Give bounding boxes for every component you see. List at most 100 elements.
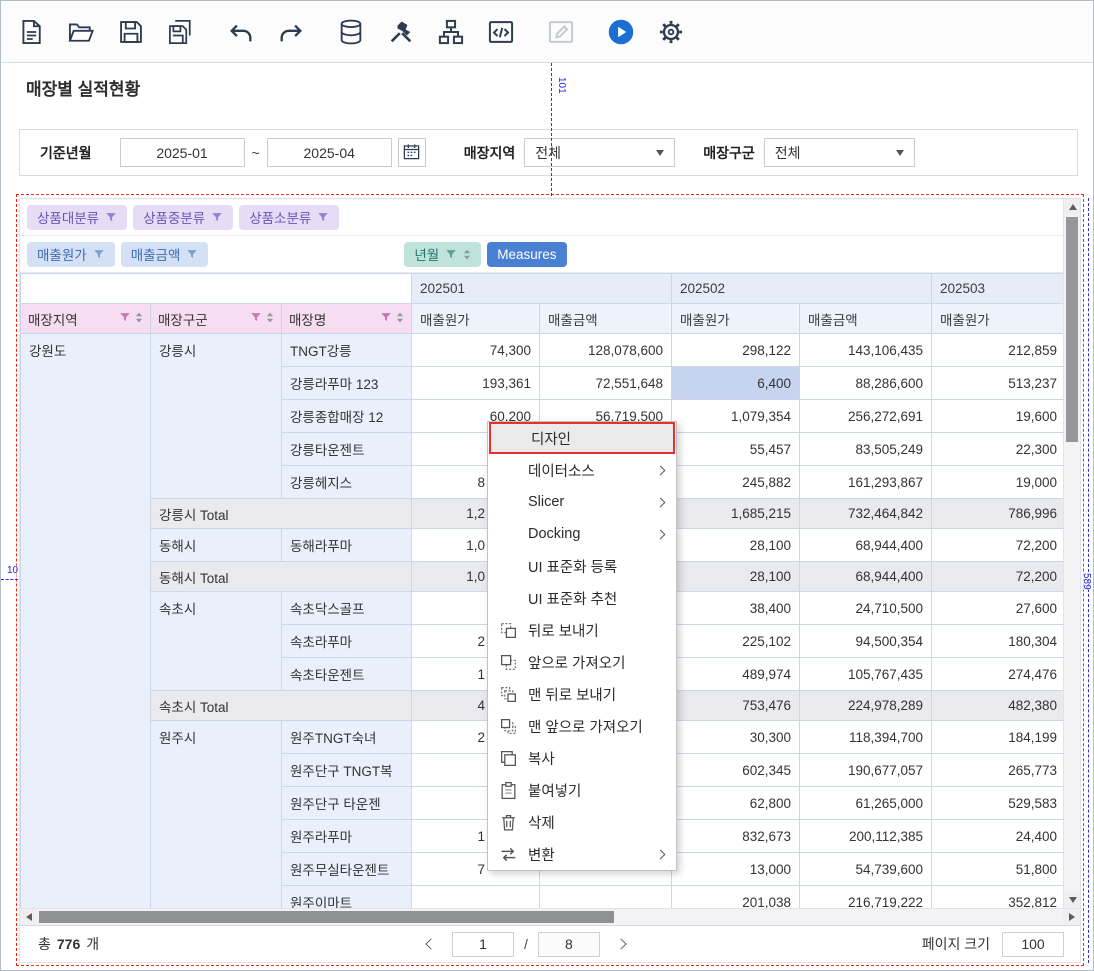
hierarchy-button[interactable] (434, 11, 468, 53)
data-cell[interactable]: 19,600 (932, 400, 1063, 433)
horizontal-scroll-track[interactable] (37, 909, 1063, 925)
data-cell[interactable]: 68,944,400 (800, 529, 932, 562)
column-field-pill[interactable]: 년월 (404, 242, 481, 267)
row-label-cell[interactable]: 동해라푸마 (282, 529, 412, 562)
menu-item-paste[interactable]: 붙여넣기 (488, 774, 676, 806)
total-data-cell[interactable]: 753,476 (672, 691, 800, 721)
menu-item-ui-standard-register[interactable]: UI 표준화 등록 (488, 550, 676, 582)
row-label-cell[interactable]: 강릉종합매장 12 (282, 400, 412, 433)
menu-item-send-backward[interactable]: 뒤로 보내기 (488, 614, 676, 646)
data-cell[interactable]: 61,265,000 (800, 787, 932, 820)
menu-item-bring-to-front[interactable]: 맨 앞으로 가져오기 (488, 710, 676, 742)
data-cell[interactable]: 193,361 (412, 367, 540, 400)
row-field-pill[interactable]: 상품소분류 (239, 205, 339, 230)
horizontal-scroll-thumb[interactable] (39, 911, 614, 923)
row-field-pill[interactable]: 상품중분류 (133, 205, 233, 230)
vertical-scrollbar[interactable] (1063, 199, 1080, 908)
data-cell[interactable]: 55,457 (672, 433, 800, 466)
data-cell[interactable]: 212,859 (932, 334, 1063, 367)
period-to-input[interactable] (267, 138, 392, 167)
menu-item-convert[interactable]: 변환 (488, 838, 676, 870)
measures-pill[interactable]: Measures (487, 242, 566, 267)
total-data-cell[interactable]: 68,944,400 (800, 562, 932, 592)
menu-item-bring-forward[interactable]: 앞으로 가져오기 (488, 646, 676, 678)
menu-item-datasource[interactable]: 데이터소스 (488, 454, 676, 486)
filter-icon[interactable] (250, 311, 262, 326)
tools-button[interactable] (384, 11, 418, 53)
total-data-cell[interactable]: 72,200 (932, 562, 1063, 592)
measure-field-pill[interactable]: 매출금액 (121, 242, 209, 267)
menu-item-copy[interactable]: 복사 (488, 742, 676, 774)
data-cell[interactable]: 105,767,435 (800, 658, 932, 691)
data-cell[interactable]: 72,200 (932, 529, 1063, 562)
data-cell[interactable]: 225,102 (672, 625, 800, 658)
measure-field-pill[interactable]: 매출원가 (27, 242, 115, 267)
scroll-left-button[interactable] (20, 909, 37, 925)
data-cell[interactable]: 143,106,435 (800, 334, 932, 367)
edit-button[interactable] (544, 11, 578, 53)
data-cell[interactable]: 38,400 (672, 592, 800, 625)
row-label-cell[interactable]: 강원도 (21, 334, 151, 909)
row-label-cell[interactable]: 강릉시 (151, 334, 282, 499)
data-cell[interactable]: 28,100 (672, 529, 800, 562)
run-button[interactable] (604, 11, 638, 53)
data-cell[interactable]: 22,300 (932, 433, 1063, 466)
menu-item-design[interactable]: 디자인 (489, 422, 675, 454)
total-label-cell[interactable]: 강릉시 Total (151, 499, 412, 529)
sort-icon[interactable] (396, 311, 404, 327)
data-cell[interactable]: 54,739,600 (800, 853, 932, 886)
row-label-cell[interactable]: TNGT강릉 (282, 334, 412, 367)
row-label-cell[interactable]: 속초닥스골프 (282, 592, 412, 625)
row-label-cell[interactable]: 속초타운젠트 (282, 658, 412, 691)
undo-button[interactable] (224, 11, 258, 53)
period-from-input[interactable] (120, 138, 245, 167)
total-data-cell[interactable]: 1,685,215 (672, 499, 800, 529)
data-cell[interactable] (412, 886, 540, 909)
value-column-header[interactable]: 매출금액 (800, 304, 932, 334)
data-cell[interactable]: 83,505,249 (800, 433, 932, 466)
data-cell[interactable]: 184,199 (932, 721, 1063, 754)
data-cell[interactable]: 88,286,600 (800, 367, 932, 400)
sort-icon[interactable] (266, 311, 274, 327)
scroll-right-button[interactable] (1063, 909, 1080, 925)
data-cell[interactable]: 529,583 (932, 787, 1063, 820)
menu-item-slicer[interactable]: Slicer (488, 486, 676, 518)
data-cell[interactable]: 216,719,222 (800, 886, 932, 909)
data-cell[interactable]: 256,272,691 (800, 400, 932, 433)
region-select[interactable]: 전체 (524, 138, 675, 167)
total-data-cell[interactable]: 482,380 (932, 691, 1063, 721)
total-data-cell[interactable]: 224,978,289 (800, 691, 932, 721)
data-cell[interactable]: 128,078,600 (540, 334, 672, 367)
data-cell[interactable]: 180,304 (932, 625, 1063, 658)
row-label-cell[interactable]: 원주단구 TNGT복 (282, 754, 412, 787)
filter-icon[interactable] (119, 311, 131, 326)
page-size-input[interactable] (1002, 932, 1064, 957)
data-cell[interactable]: 298,122 (672, 334, 800, 367)
data-cell[interactable]: 94,500,354 (800, 625, 932, 658)
settings-button[interactable] (654, 11, 688, 53)
redo-button[interactable] (274, 11, 308, 53)
row-field-pill[interactable]: 상품대분류 (27, 205, 127, 230)
column-group-header[interactable]: 202501 (412, 274, 672, 304)
vertical-scroll-thumb[interactable] (1066, 217, 1078, 442)
menu-item-docking[interactable]: Docking (488, 518, 676, 550)
menu-item-send-to-back[interactable]: 맨 뒤로 보내기 (488, 678, 676, 710)
data-cell[interactable]: 489,974 (672, 658, 800, 691)
current-page-input[interactable] (452, 932, 514, 957)
row-dimension-header[interactable]: 매장지역 (21, 304, 151, 334)
data-cell[interactable]: 30,300 (672, 721, 800, 754)
data-cell[interactable]: 24,710,500 (800, 592, 932, 625)
data-cell[interactable]: 513,237 (932, 367, 1063, 400)
data-cell[interactable]: 62,800 (672, 787, 800, 820)
row-label-cell[interactable]: 원주단구 타운젠 (282, 787, 412, 820)
row-label-cell[interactable]: 속초라푸마 (282, 625, 412, 658)
data-cell[interactable]: 245,882 (672, 466, 800, 499)
data-cell[interactable]: 24,400 (932, 820, 1063, 853)
data-cell[interactable]: 201,038 (672, 886, 800, 909)
filter-icon[interactable] (380, 311, 392, 326)
row-label-cell[interactable]: 동해시 (151, 529, 282, 562)
data-cell[interactable]: 6,400 (672, 367, 800, 400)
row-label-cell[interactable]: 원주이마트 (282, 886, 412, 909)
row-label-cell[interactable]: 원주시 (151, 721, 282, 909)
new-document-button[interactable] (14, 11, 48, 53)
